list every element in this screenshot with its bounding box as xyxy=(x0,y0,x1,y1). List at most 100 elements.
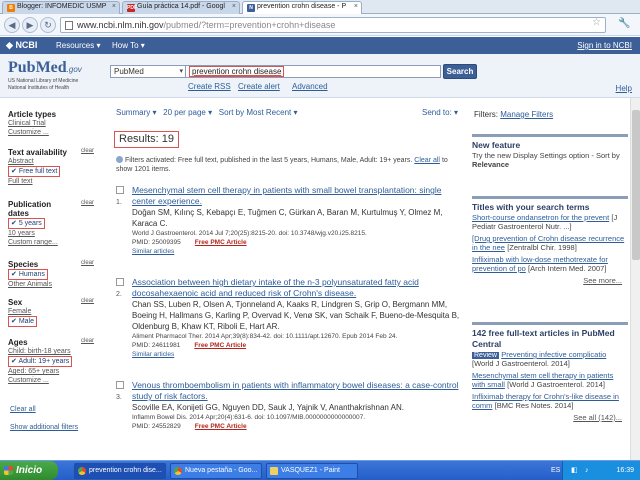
chevron-down-icon: ▾ xyxy=(454,108,459,117)
resources-menu[interactable]: Resources ▾ xyxy=(56,41,101,50)
result-checkbox[interactable] xyxy=(116,278,124,286)
howto-menu[interactable]: How To ▾ xyxy=(112,41,145,50)
result-checkbox[interactable] xyxy=(116,186,124,194)
chevron-down-icon: ▾ xyxy=(96,41,101,50)
filter-clinical-trial[interactable]: Clinical Trial xyxy=(8,119,96,128)
result-checkbox[interactable] xyxy=(116,381,124,389)
advanced-link[interactable]: Advanced xyxy=(292,82,328,91)
filter-5-years[interactable]: ✔ 5 years xyxy=(8,218,45,229)
clear-link[interactable]: clear xyxy=(81,148,94,154)
close-icon[interactable]: × xyxy=(354,3,358,10)
search-button[interactable]: Search xyxy=(443,64,477,79)
tab-pdf[interactable]: PDFGuía práctica 14.pdf - Googl × xyxy=(122,1,240,14)
reload-button[interactable]: ↻ xyxy=(40,17,56,33)
titles-search-terms-box: Titles with your search terms Short-cour… xyxy=(472,196,628,286)
filter-other-animals[interactable]: Other Animals xyxy=(8,280,96,289)
filter-article-types: Article types Clinical Trial Customize .… xyxy=(8,110,96,137)
filter-male[interactable]: ✔ Male xyxy=(8,316,38,327)
free-pmc-link[interactable]: Free PMC Article xyxy=(194,342,246,349)
filter-ages-customize[interactable]: Customize ... xyxy=(8,376,96,385)
taskbar-item-newtab[interactable]: Nueva pestaña - Goo... xyxy=(170,463,262,479)
tab-blogger[interactable]: B Blogger: INFOMEDIC USMP × xyxy=(2,1,120,14)
volume-icon: ♪ xyxy=(585,467,589,474)
filter-adult[interactable]: ✔ Adult: 19+ years xyxy=(8,356,73,367)
url-host: www.ncbi.nlm.nih.gov xyxy=(77,20,164,30)
relevance-link[interactable]: Relevance xyxy=(472,160,509,169)
related-title-link[interactable]: Short-course ondansetron for the prevent xyxy=(472,213,609,222)
clear-link[interactable]: clear xyxy=(81,338,94,344)
filter-10-years[interactable]: 10 years xyxy=(8,229,96,238)
per-page-dropdown[interactable]: 20 per page ▾ xyxy=(163,108,212,117)
new-feature-box: New feature Try the new Display Settings… xyxy=(472,134,628,169)
start-button[interactable]: Inicio xyxy=(0,461,58,480)
result-title-link[interactable]: Mesenchymal stem cell therapy in patient… xyxy=(132,185,461,207)
ncbi-icon: N xyxy=(247,4,255,12)
see-more-link[interactable]: See more... xyxy=(472,276,628,286)
see-all-link[interactable]: See all (142)... xyxy=(472,413,628,423)
chevron-down-icon: ▾ xyxy=(152,108,157,117)
results-count: Results: 19 xyxy=(114,131,180,148)
taskbar-item-paint[interactable]: VASQUEZ1 - Paint xyxy=(266,463,358,479)
filter-abstract[interactable]: Abstract xyxy=(8,157,96,166)
free-pmc-link[interactable]: Free PMC Article xyxy=(195,239,247,246)
ncbi-logo[interactable]: ◆ NCBI xyxy=(6,40,37,51)
filter-full-text[interactable]: Full text xyxy=(8,177,96,186)
result-title-link[interactable]: Venous thromboembolism in patients with … xyxy=(132,380,461,402)
pubmed-logo[interactable]: PubMed.gov US National Library of Medici… xyxy=(8,59,82,91)
similar-articles-link[interactable]: Similar articles xyxy=(132,247,461,256)
search-input[interactable]: prevention crohn disease xyxy=(185,65,441,78)
forward-button[interactable]: ▶ xyxy=(22,17,38,33)
chevron-down-icon: ▾ xyxy=(140,41,145,50)
check-icon: ✔ xyxy=(11,220,17,227)
bookmark-star-icon[interactable]: ☆ xyxy=(592,17,601,28)
clear-link[interactable]: clear xyxy=(81,298,94,304)
summary-dropdown[interactable]: Summary ▾ xyxy=(116,108,156,117)
filter-customize[interactable]: Customize ... xyxy=(8,128,96,137)
create-alert-link[interactable]: Create alert xyxy=(238,82,280,91)
sign-in-link[interactable]: Sign in to NCBI xyxy=(577,41,632,50)
sort-dropdown[interactable]: Sort by Most Recent ▾ xyxy=(219,108,298,117)
filter-child[interactable]: Child: birth-18 years xyxy=(8,347,96,356)
chevron-down-icon: ▾ xyxy=(293,108,298,117)
close-icon[interactable]: × xyxy=(232,3,236,10)
wrench-icon[interactable]: 🔧 xyxy=(618,18,630,29)
address-bar[interactable]: www.ncbi.nlm.nih.gov/pubmed/?term=preven… xyxy=(60,17,606,33)
filter-sidebar: Article types Clinical Trial Customize .… xyxy=(0,102,98,460)
clear-all-link[interactable]: Clear all xyxy=(414,157,440,164)
send-to-dropdown[interactable]: Send to: ▾ xyxy=(422,108,458,117)
filter-female[interactable]: Female xyxy=(8,307,96,316)
result-title-link[interactable]: Association between high dietary intake … xyxy=(132,277,461,299)
filter-free-full-text[interactable]: ✔ Free full text xyxy=(8,166,61,177)
filter-sex: Sex clear Female ✔ Male xyxy=(8,298,96,327)
pmc-article-link[interactable]: Preventing infective complicatio xyxy=(501,350,606,359)
back-button[interactable]: ◀ xyxy=(4,17,20,33)
scroll-thumb[interactable] xyxy=(632,110,640,260)
clear-all-filters-link[interactable]: Clear all xyxy=(10,406,36,413)
chrome-icon xyxy=(174,467,182,475)
manage-filters-link[interactable]: Manage Filters xyxy=(500,110,553,119)
clear-link[interactable]: clear xyxy=(81,260,94,266)
taskbar-item-pubmed[interactable]: prevention crohn dise... xyxy=(74,463,166,479)
filter-humans[interactable]: ✔ Humans xyxy=(8,269,48,280)
help-link[interactable]: Help xyxy=(616,84,632,93)
create-rss-link[interactable]: Create RSS xyxy=(188,82,231,91)
tab-pubmed[interactable]: Nprevention crohn disease - P × xyxy=(242,1,362,14)
page-scrollbar[interactable] xyxy=(630,98,640,460)
windows-taskbar: Inicio prevention crohn dise... Nueva pe… xyxy=(0,460,640,480)
clear-link[interactable]: clear xyxy=(81,200,94,206)
language-indicator[interactable]: ES xyxy=(551,461,560,480)
active-filters-notice: Filters activated: Free full text, publi… xyxy=(116,156,448,173)
pdf-icon: PDF xyxy=(127,4,137,12)
filter-aged[interactable]: Aged: 65+ years xyxy=(8,367,96,376)
display-controls: Summary ▾ 20 per page ▾ Sort by Most Rec… xyxy=(116,108,298,117)
close-icon[interactable]: × xyxy=(112,3,116,10)
result-item: 1. Mesenchymal stem cell therapy in pati… xyxy=(116,185,461,256)
filter-custom-range[interactable]: Custom range... xyxy=(8,238,96,247)
show-additional-filters-link[interactable]: Show additional filters xyxy=(10,424,78,431)
database-select[interactable]: PubMed ▾ xyxy=(110,65,186,78)
filter-publication-dates: Publication dates clear ✔ 5 years 10 yea… xyxy=(8,200,96,247)
info-icon xyxy=(116,156,123,163)
similar-articles-link[interactable]: Similar articles xyxy=(132,350,461,359)
free-pmc-link[interactable]: Free PMC Article xyxy=(195,423,247,430)
browser-tab-strip: B Blogger: INFOMEDIC USMP × PDFGuía prácti… xyxy=(0,0,640,14)
